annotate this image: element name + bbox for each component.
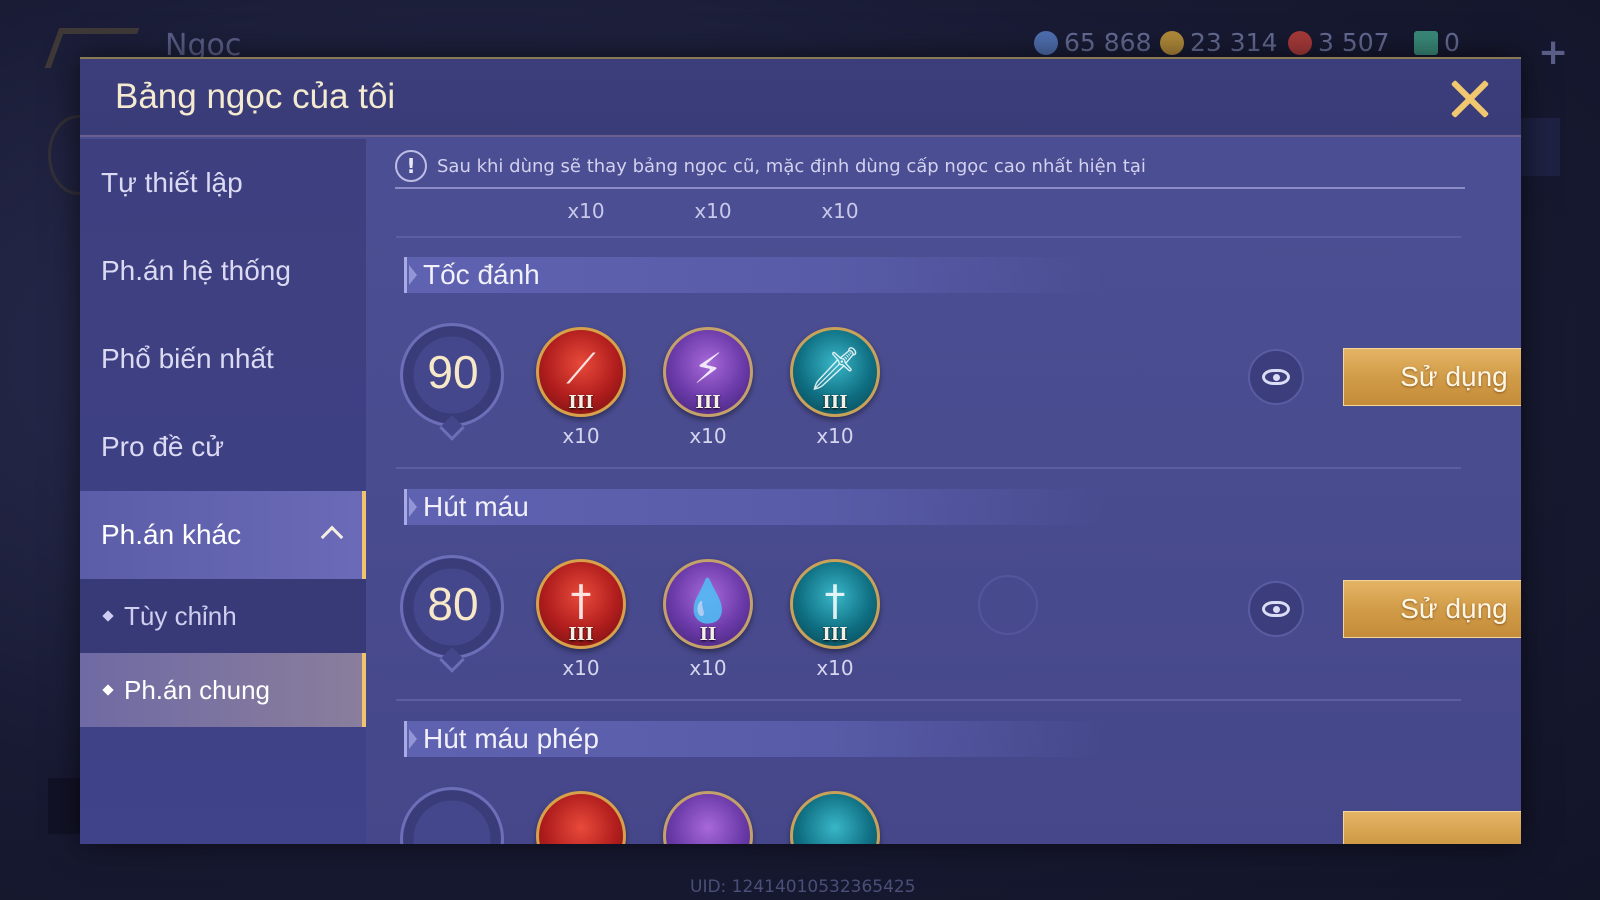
sidebar-item-label: Phổ biến nhất xyxy=(101,343,274,374)
gem-quantity: x10 xyxy=(689,656,727,680)
notice-bar: ! Sau khi dùng sẽ thay bảng ngọc cũ, mặc… xyxy=(395,145,1465,189)
preview-button[interactable] xyxy=(1248,581,1304,637)
gem-red[interactable] xyxy=(536,791,626,844)
empty-slot xyxy=(978,575,1038,635)
sidebar-item-system[interactable]: Ph.án hệ thống xyxy=(80,227,366,315)
gem-quantity: x10 xyxy=(816,656,854,680)
currency-value: 3 507 xyxy=(1318,28,1390,57)
level-badge: 90 xyxy=(398,321,508,441)
sidebar-item-label: Pro đề cử xyxy=(101,431,225,462)
sidebar-item-other[interactable]: Ph.án khác xyxy=(80,491,366,579)
row-divider xyxy=(396,699,1461,701)
sidebar-item-popular[interactable]: Phổ biến nhất xyxy=(80,315,366,403)
currency-card: 0 xyxy=(1414,28,1460,57)
currency-gems: 65 868 xyxy=(1034,28,1151,57)
rune-list[interactable]: ! Sau khi dùng sẽ thay bảng ngọc cũ, mặc… xyxy=(366,139,1521,844)
diamond-bullet-icon xyxy=(102,684,114,696)
background-panel xyxy=(48,778,82,834)
section-header: Hút máu xyxy=(404,489,1104,525)
section-header: Hút máu phép xyxy=(404,721,1104,757)
card-icon xyxy=(1414,30,1438,55)
gem-purple[interactable]: 💧 II xyxy=(663,559,753,649)
currency-value: 65 868 xyxy=(1064,28,1152,57)
gem-quantity: x10 xyxy=(567,199,605,223)
preview-button[interactable] xyxy=(1248,349,1304,405)
lightning-icon: ⚡ xyxy=(693,344,723,393)
level-number: 90 xyxy=(427,346,479,398)
currency-gold: 23 314 xyxy=(1160,28,1277,57)
sidebar-subitem-customize[interactable]: Tùy chỉnh xyxy=(80,579,366,653)
sidebar-subitem-label: Ph.án chung xyxy=(124,674,271,705)
level-badge: 80 xyxy=(398,553,508,673)
sidebar: Tự thiết lập Ph.án hệ thống Phổ biến nhấ… xyxy=(80,139,366,844)
add-currency-icon: + xyxy=(1538,32,1569,73)
gem-purple[interactable]: ⚡ III xyxy=(663,327,753,417)
row-divider xyxy=(396,236,1461,238)
row-divider xyxy=(396,467,1461,469)
dialog-title: Bảng ngọc của tôi xyxy=(115,77,396,116)
notice-text: Sau khi dùng sẽ thay bảng ngọc cũ, mặc đ… xyxy=(437,155,1146,177)
exclamation-icon: ! xyxy=(395,150,427,182)
gem-tier: III xyxy=(568,624,594,645)
sidebar-item-custom[interactable]: Tự thiết lập xyxy=(80,139,366,227)
gem-quantity: x10 xyxy=(562,656,600,680)
sidebar-item-label: Ph.án khác xyxy=(101,519,242,550)
red-voucher-icon xyxy=(1288,30,1312,55)
sidebar-subitem-general[interactable]: Ph.án chung xyxy=(80,653,366,727)
blade-icon: ⟋ xyxy=(566,344,596,393)
gem-quantity: x10 xyxy=(821,199,859,223)
sword-icon: † xyxy=(570,576,592,625)
diamond-bullet-icon xyxy=(102,610,114,622)
droplet-icon: 💧 xyxy=(681,576,735,625)
gem-red[interactable]: ⟋ III xyxy=(536,327,626,417)
gem-quantity: x10 xyxy=(694,199,732,223)
gem-teal[interactable]: † III xyxy=(790,559,880,649)
gem-teal[interactable]: 🗡 III xyxy=(790,327,880,417)
gem-coin-icon xyxy=(1034,30,1058,55)
currency-voucher: 3 507 xyxy=(1288,28,1390,57)
gold-coin-icon xyxy=(1160,30,1184,55)
gem-red[interactable]: † III xyxy=(536,559,626,649)
use-button[interactable] xyxy=(1343,811,1521,844)
gem-tier: II xyxy=(699,624,717,645)
gem-quantity: x10 xyxy=(689,424,727,448)
section-header: Tốc đánh xyxy=(404,257,1104,293)
gem-teal[interactable] xyxy=(790,791,880,844)
use-button[interactable]: Sử dụng xyxy=(1343,580,1521,638)
currency-value: 0 xyxy=(1444,28,1460,57)
use-button[interactable]: Sử dụng xyxy=(1343,348,1521,406)
uid-label: UID: 12414010532365425 xyxy=(690,877,916,897)
eye-icon xyxy=(1262,369,1290,385)
gem-tier: III xyxy=(568,392,594,413)
gem-quantity: x10 xyxy=(562,424,600,448)
sidebar-subitem-label: Tùy chỉnh xyxy=(124,600,237,631)
gem-tier: III xyxy=(695,392,721,413)
sidebar-item-label: Tự thiết lập xyxy=(101,167,243,198)
sidebar-item-label: Ph.án hệ thống xyxy=(101,255,291,286)
dialog-header: Bảng ngọc của tôi xyxy=(80,59,1521,137)
eye-icon xyxy=(1262,601,1290,617)
level-badge xyxy=(398,785,508,844)
chevron-up-icon xyxy=(320,525,344,549)
level-number: 80 xyxy=(427,578,479,630)
gem-quantity: x10 xyxy=(816,424,854,448)
sword-icon: 🗡 xyxy=(808,344,862,393)
level-ring xyxy=(400,787,504,844)
close-button[interactable] xyxy=(1448,77,1492,121)
gem-purple[interactable] xyxy=(663,791,753,844)
gem-tier: III xyxy=(822,624,848,645)
sidebar-item-pro[interactable]: Pro đề cử xyxy=(80,403,366,491)
sword-icon: † xyxy=(824,576,846,625)
rune-page-dialog: Bảng ngọc của tôi Tự thiết lập Ph.án hệ … xyxy=(80,57,1521,844)
gem-tier: III xyxy=(822,392,848,413)
currency-value: 23 314 xyxy=(1190,28,1278,57)
